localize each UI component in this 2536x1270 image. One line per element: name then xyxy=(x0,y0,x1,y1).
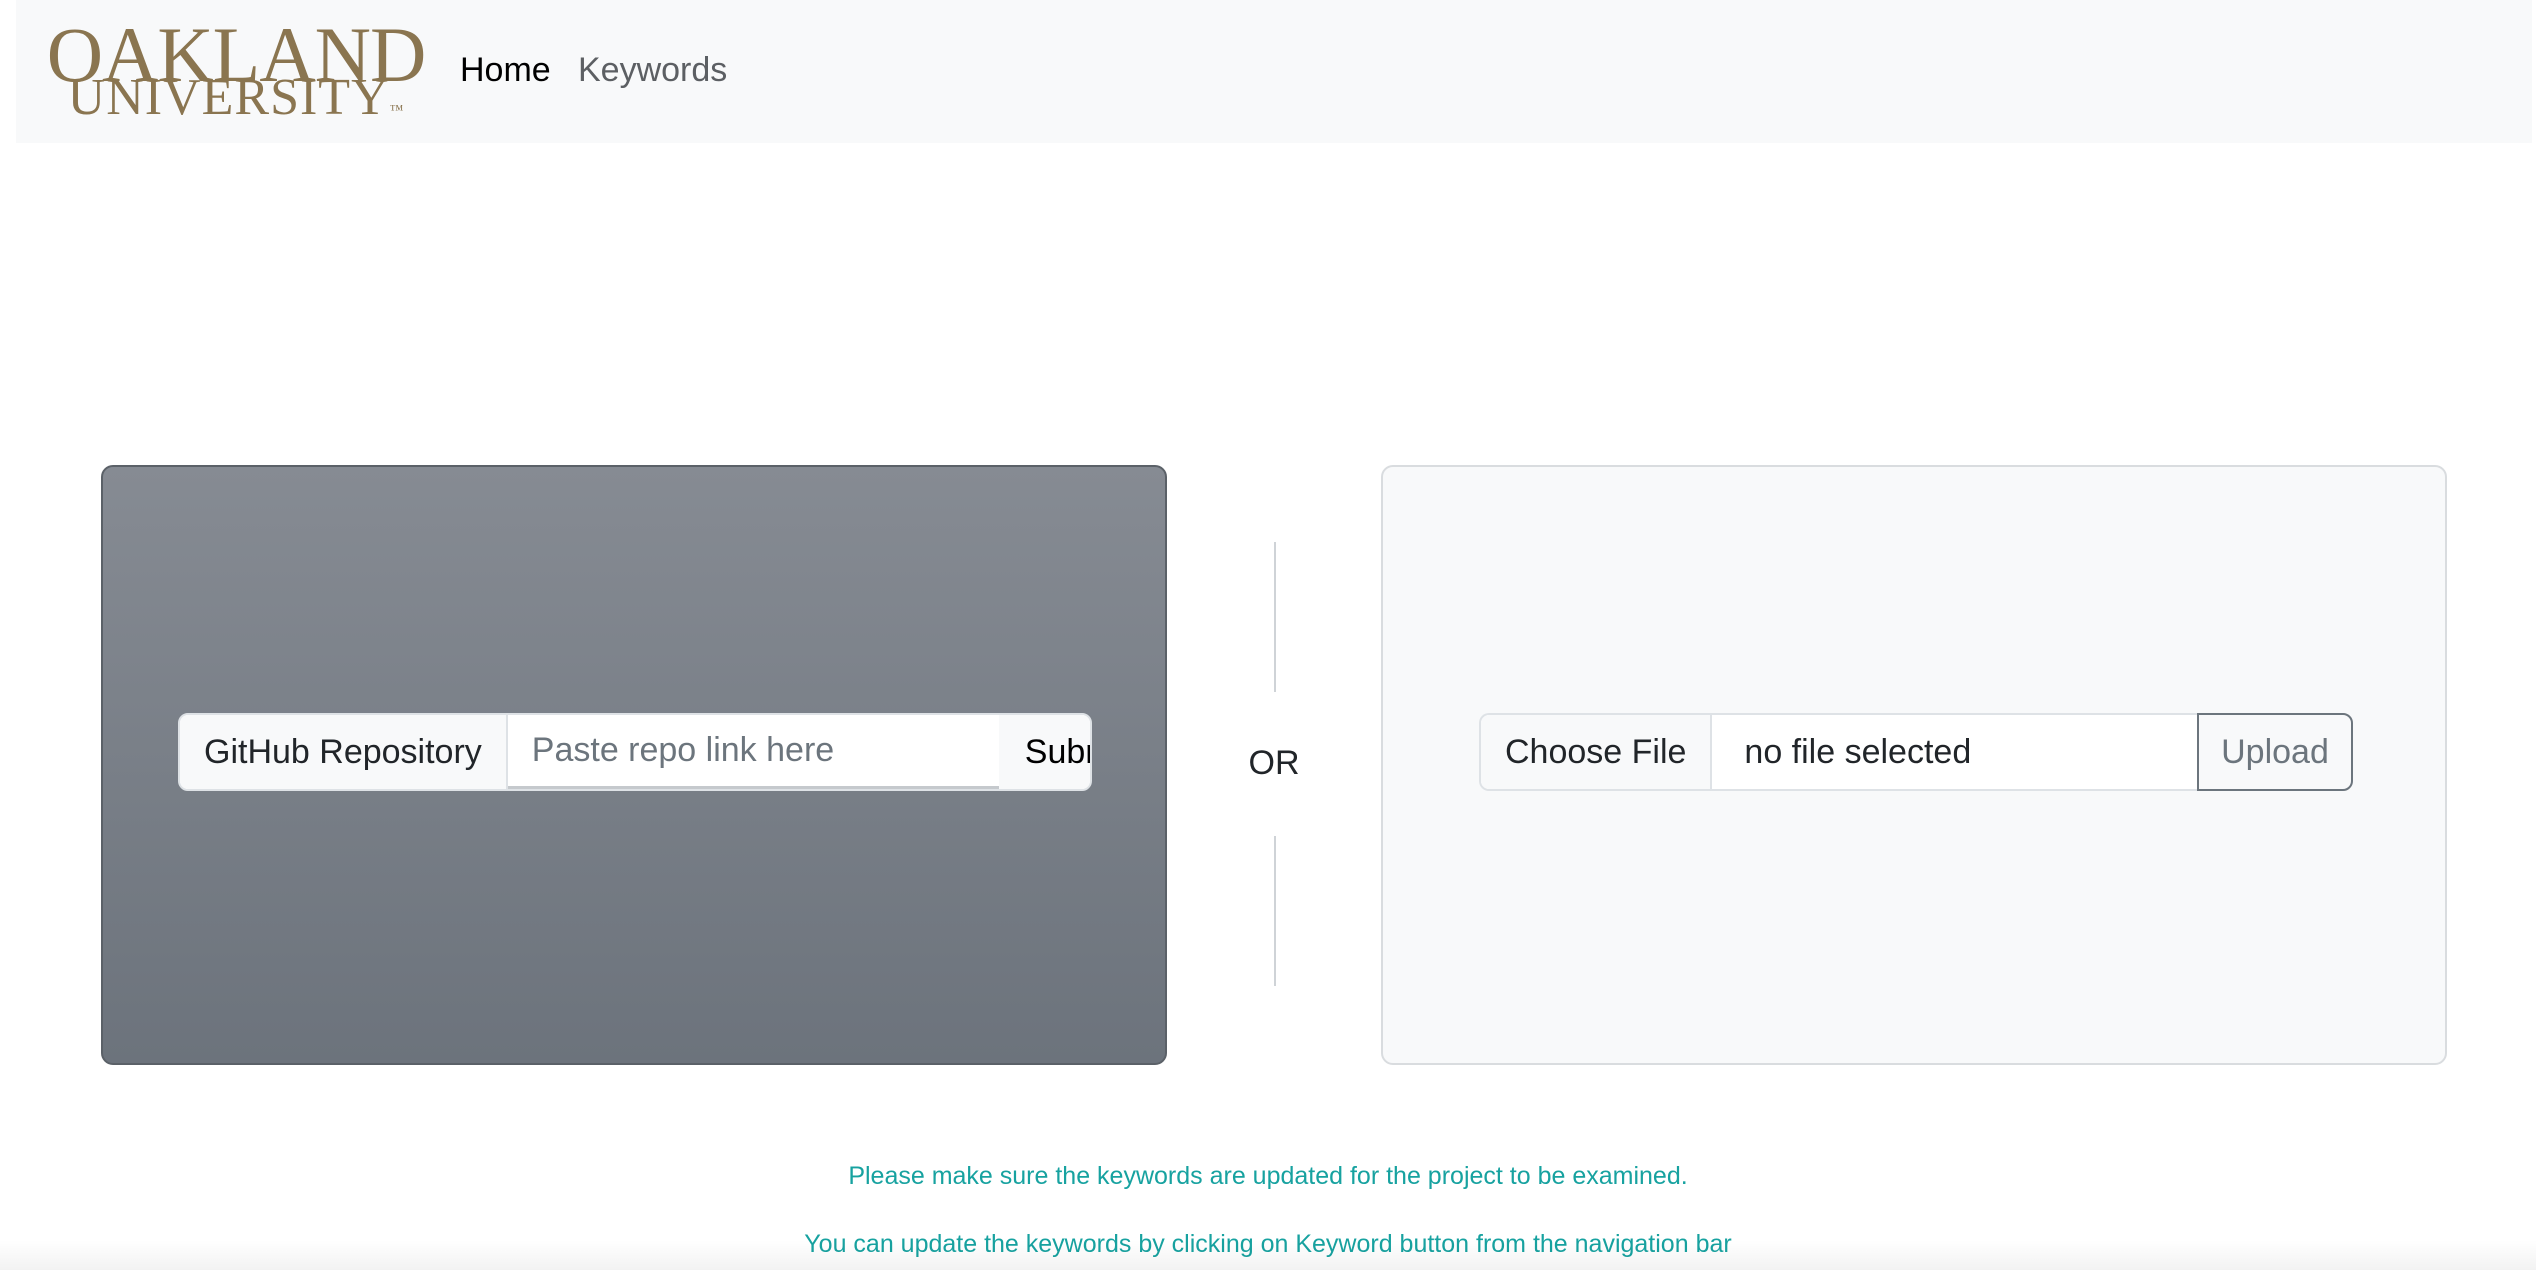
file-upload-card: Choose File no file selected Upload xyxy=(1381,465,2447,1065)
navbar: OAKLAND UNIVERSITY™ Home Keywords xyxy=(16,0,2532,143)
separator-line-top xyxy=(1274,542,1276,692)
logo-line-2: UNIVERSITY™ xyxy=(40,72,432,137)
separator-line-bottom xyxy=(1274,836,1276,986)
nav-link-home[interactable]: Home xyxy=(460,48,551,92)
upload-button[interactable]: Upload xyxy=(2197,713,2353,791)
repo-link-input[interactable] xyxy=(507,715,999,789)
oakland-university-logo[interactable]: OAKLAND UNIVERSITY™ xyxy=(40,16,432,124)
nav-link-keywords[interactable]: Keywords xyxy=(578,48,727,92)
or-separator-label: OR xyxy=(1248,744,1300,782)
logo-trademark: ™ xyxy=(389,103,405,118)
keywords-reminder-note: Please make sure the keywords are update… xyxy=(848,1162,1688,1190)
keywords-update-instruction-note: You can update the keywords by clicking … xyxy=(804,1230,1732,1258)
file-input[interactable]: Choose File no file selected xyxy=(1479,713,2197,791)
file-upload-input-group: Choose File no file selected Upload xyxy=(1479,713,2353,791)
submit-button[interactable]: Submit xyxy=(998,715,1090,789)
choose-file-button[interactable]: Choose File xyxy=(1481,715,1713,789)
github-repository-label: GitHub Repository xyxy=(180,715,508,789)
github-repository-input-group: GitHub Repository Submit xyxy=(178,713,1092,791)
github-repository-card: GitHub Repository Submit xyxy=(101,465,1167,1065)
file-status-text: no file selected xyxy=(1744,732,1972,771)
logo-line-2-text: UNIVERSITY xyxy=(67,69,390,126)
